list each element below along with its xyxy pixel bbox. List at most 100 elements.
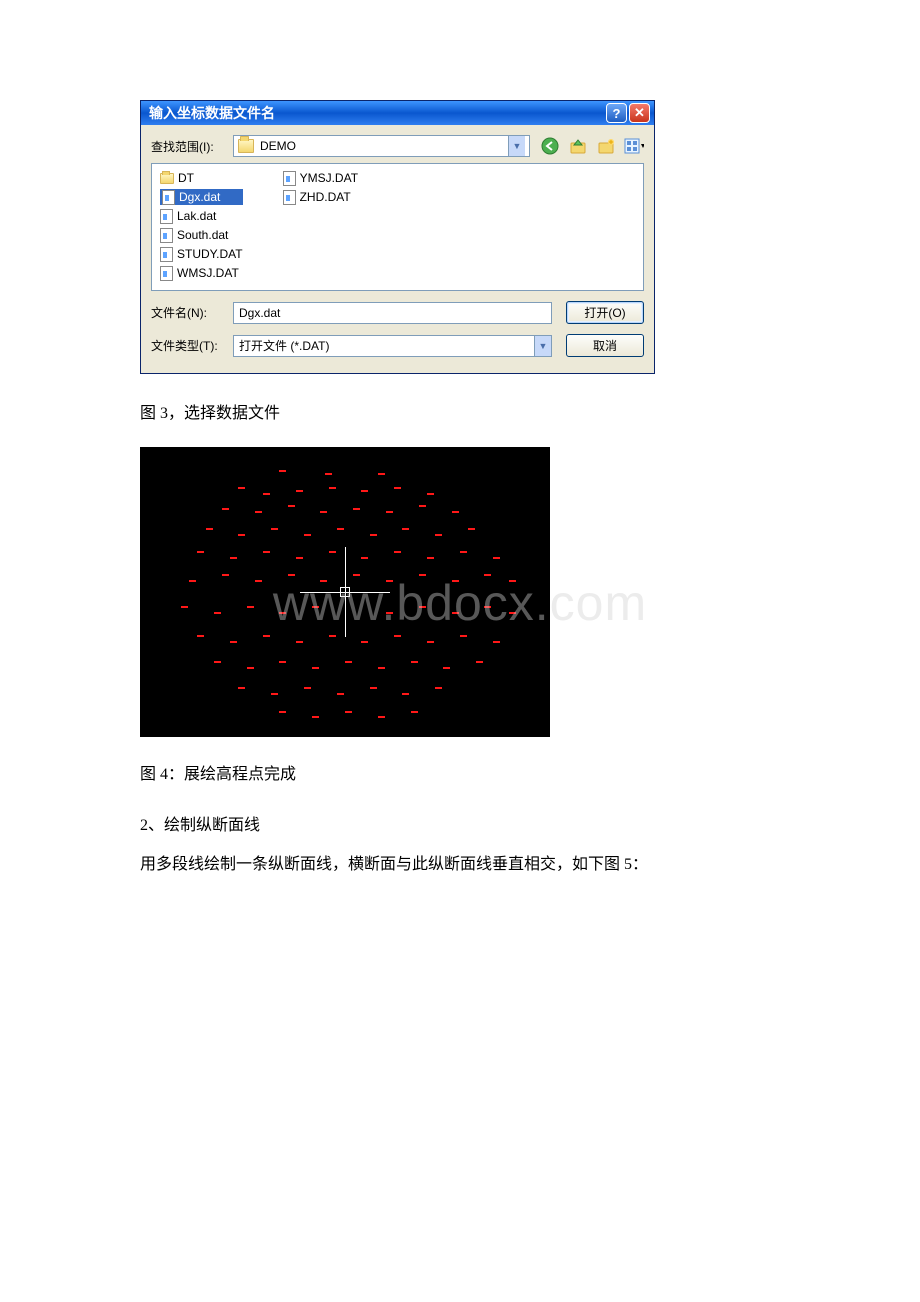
back-icon[interactable]: [540, 136, 560, 156]
file-icon: [283, 190, 296, 205]
file-name: YMSJ.DAT: [300, 171, 358, 185]
elevation-point: [279, 711, 286, 713]
elevation-point: [419, 505, 426, 507]
elevation-point: [320, 511, 327, 513]
elevation-point: [419, 606, 426, 608]
open-button[interactable]: 打开(O): [566, 301, 644, 324]
elevation-point: [427, 493, 434, 495]
elevation-point: [214, 661, 221, 663]
elevation-point: [460, 551, 467, 553]
elevation-point: [189, 580, 196, 582]
elevation-point: [271, 528, 278, 530]
chevron-down-icon[interactable]: ▼: [534, 336, 551, 356]
elevation-point: [476, 661, 483, 663]
step2-heading: 2、绘制纵断面线: [140, 808, 780, 843]
elevation-point: [386, 511, 393, 513]
elevation-point: [370, 534, 377, 536]
elevation-point: [247, 667, 254, 669]
elevation-point: [329, 551, 336, 553]
elevation-point: [197, 635, 204, 637]
filetype-label: 文件类型(T):: [151, 337, 233, 354]
elevation-point: [345, 711, 352, 713]
up-folder-icon[interactable]: [568, 136, 588, 156]
elevation-point: [263, 635, 270, 637]
elevation-point: [361, 490, 368, 492]
file-item[interactable]: ZHD.DAT: [283, 189, 358, 205]
file-icon: [283, 171, 296, 186]
elevation-point: [509, 580, 516, 582]
elevation-point: [378, 716, 385, 718]
elevation-point: [460, 635, 467, 637]
file-item[interactable]: Dgx.dat: [160, 189, 243, 205]
figure4-caption: 图 4：展绘高程点完成: [140, 761, 780, 790]
file-item[interactable]: South.dat: [160, 227, 243, 243]
help-button[interactable]: ?: [606, 103, 627, 123]
dialog-title: 输入坐标数据文件名: [149, 103, 604, 123]
elevation-point: [329, 487, 336, 489]
elevation-point: [493, 641, 500, 643]
elevation-point: [411, 661, 418, 663]
elevation-point: [312, 716, 319, 718]
file-name: WMSJ.DAT: [177, 266, 239, 280]
new-folder-icon[interactable]: [596, 136, 616, 156]
elevation-point: [378, 473, 385, 475]
elevation-point: [238, 534, 245, 536]
folder-icon: [238, 139, 254, 153]
cad-viewport: [140, 447, 550, 737]
elevation-point: [370, 687, 377, 689]
dialog-toolbar: [540, 136, 644, 156]
elevation-point: [206, 528, 213, 530]
look-in-label: 查找范围(I):: [151, 138, 233, 155]
filename-input[interactable]: Dgx.dat: [233, 302, 552, 324]
file-item[interactable]: STUDY.DAT: [160, 246, 243, 262]
elevation-point: [230, 641, 237, 643]
elevation-point: [337, 528, 344, 530]
file-name: Dgx.dat: [179, 190, 220, 204]
elevation-point: [296, 641, 303, 643]
filetype-combo[interactable]: 打开文件 (*.DAT) ▼: [233, 335, 552, 357]
file-name: ZHD.DAT: [300, 190, 351, 204]
dialog-titlebar[interactable]: 输入坐标数据文件名 ? ✕: [141, 101, 654, 125]
elevation-point: [197, 551, 204, 553]
elevation-point: [353, 508, 360, 510]
elevation-point: [452, 612, 459, 614]
cancel-button[interactable]: 取消: [566, 334, 644, 357]
elevation-point: [279, 661, 286, 663]
file-name: South.dat: [177, 228, 228, 242]
elevation-point: [427, 557, 434, 559]
elevation-point: [247, 606, 254, 608]
look-in-value: DEMO: [260, 139, 508, 153]
elevation-point: [345, 661, 352, 663]
elevation-point: [435, 687, 442, 689]
look-in-combo[interactable]: DEMO ▼: [233, 135, 530, 157]
elevation-point: [361, 557, 368, 559]
step2-body: 用多段线绘制一条纵断面线，横断面与此纵断面线垂直相交，如下图 5：: [140, 847, 780, 882]
elevation-point: [320, 580, 327, 582]
close-button[interactable]: ✕: [629, 103, 650, 123]
elevation-point: [255, 511, 262, 513]
file-item[interactable]: Lak.dat: [160, 208, 243, 224]
elevation-point: [238, 487, 245, 489]
figure3-caption: 图 3，选择数据文件: [140, 400, 780, 429]
file-open-dialog: 输入坐标数据文件名 ? ✕ 查找范围(I): DEMO ▼: [140, 100, 655, 374]
elevation-point: [468, 528, 475, 530]
elevation-point: [288, 574, 295, 576]
file-list[interactable]: DT Dgx.dat Lak.dat South.dat STUDY.DAT WMSJ.D…: [151, 163, 644, 291]
elevation-point: [325, 473, 332, 475]
chevron-down-icon[interactable]: ▼: [508, 136, 525, 156]
view-menu-icon[interactable]: [624, 136, 644, 156]
elevation-point: [378, 667, 385, 669]
elevation-point: [337, 693, 344, 695]
elevation-point: [222, 508, 229, 510]
elevation-point: [304, 534, 311, 536]
file-icon: [160, 209, 173, 224]
file-item[interactable]: WMSJ.DAT: [160, 265, 243, 281]
elevation-point: [452, 511, 459, 513]
file-item[interactable]: DT: [160, 170, 243, 186]
elevation-point: [427, 641, 434, 643]
elevation-point: [312, 606, 319, 608]
file-icon: [160, 247, 173, 262]
file-item[interactable]: YMSJ.DAT: [283, 170, 358, 186]
elevation-point: [296, 490, 303, 492]
file-name: Lak.dat: [177, 209, 216, 223]
